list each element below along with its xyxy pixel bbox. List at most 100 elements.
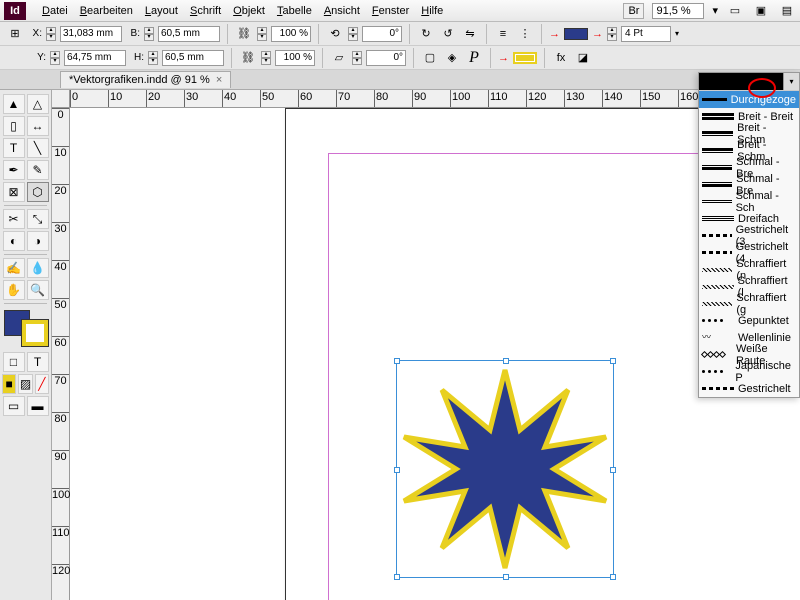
w-input[interactable]: [158, 26, 220, 42]
close-icon[interactable]: ×: [216, 74, 222, 86]
w-label: B:: [126, 28, 140, 39]
menu-tabelle[interactable]: Tabelle: [271, 3, 318, 19]
sx-spinner[interactable]: ▴▾: [257, 27, 267, 41]
effects-icon[interactable]: fx: [552, 49, 570, 67]
arrange-icon[interactable]: ▤: [778, 2, 796, 20]
stroke-type-item[interactable]: Schmal - Sch: [699, 193, 799, 210]
stroke-swatch[interactable]: [513, 52, 537, 64]
apply-gradient-icon[interactable]: ▨: [18, 374, 32, 394]
scissors-tool[interactable]: ✂: [3, 209, 25, 229]
pen-tool[interactable]: ✒: [3, 160, 25, 180]
shear-spinner[interactable]: ▴▾: [352, 51, 362, 65]
stroke-type-item[interactable]: Gestrichelt: [699, 380, 799, 397]
menu-ansicht[interactable]: Ansicht: [318, 3, 366, 19]
reference-point-icon[interactable]: ⊞: [6, 25, 24, 43]
ruler-horizontal[interactable]: 0102030405060708090100110120130140150160…: [70, 90, 800, 108]
screen-mode-icon[interactable]: ▣: [752, 2, 770, 20]
distribute-icon[interactable]: ⋮: [516, 25, 534, 43]
select-content-icon[interactable]: ◈: [443, 49, 461, 67]
chevron-down-icon[interactable]: ▾: [783, 73, 799, 90]
hand-tool[interactable]: ✋: [3, 280, 25, 300]
menu-hilfe[interactable]: Hilfe: [415, 3, 449, 19]
rotate-ccw-icon[interactable]: ↺: [439, 25, 457, 43]
polygon-tool[interactable]: ⬡: [27, 182, 49, 202]
rot-spinner[interactable]: ▴▾: [348, 27, 358, 41]
menu-bearbeiten[interactable]: Bearbeiten: [74, 3, 139, 19]
zoom-dropdown-icon[interactable]: ▾: [712, 4, 718, 17]
canvas[interactable]: 0102030405060708090100110120130140150160…: [52, 90, 800, 600]
rotate-cw-icon[interactable]: ↻: [417, 25, 435, 43]
eyedropper-tool[interactable]: 💧: [27, 258, 49, 278]
stroke-proxy[interactable]: [22, 320, 48, 346]
direct-selection-tool[interactable]: △: [27, 94, 49, 114]
h-input[interactable]: [162, 50, 224, 66]
stroke-type-item[interactable]: Schraffiert (g: [699, 295, 799, 312]
link-scale-icon[interactable]: ⛓: [239, 49, 257, 67]
zoom-level[interactable]: 91,5 %: [652, 3, 704, 19]
gradient-feather-tool[interactable]: ◑: [27, 231, 49, 251]
scaley-input[interactable]: [275, 50, 315, 66]
fill-stroke-proxy[interactable]: [4, 310, 48, 346]
type-tool[interactable]: T: [3, 138, 25, 158]
stroke-weight-input[interactable]: [621, 26, 671, 42]
stroke-spinner[interactable]: ▴▾: [607, 27, 617, 41]
ruler-origin[interactable]: [52, 90, 70, 108]
pencil-tool[interactable]: ✎: [27, 160, 49, 180]
gap-tool[interactable]: ↔: [27, 116, 49, 136]
stroke-type-item[interactable]: Durchgezoge: [699, 91, 799, 108]
rotate-input[interactable]: [362, 26, 402, 42]
stroke-type-item[interactable]: Gepunktet: [699, 312, 799, 329]
format-text-icon[interactable]: T: [27, 352, 49, 372]
shear-icon[interactable]: ▱: [330, 49, 348, 67]
ruler-vertical[interactable]: 0102030405060708090100110120130140: [52, 108, 70, 600]
page-tool[interactable]: ▯: [3, 116, 25, 136]
w-spinner[interactable]: ▴▾: [144, 27, 154, 41]
paragraph-icon[interactable]: P: [465, 49, 483, 67]
sy-spinner[interactable]: ▴▾: [261, 51, 271, 65]
arrow-annotation-3: →: [498, 52, 509, 64]
pasteboard[interactable]: [70, 108, 800, 600]
format-container-icon[interactable]: □: [3, 352, 25, 372]
menu-fenster[interactable]: Fenster: [366, 3, 415, 19]
flip-h-icon[interactable]: ⇋: [461, 25, 479, 43]
document-tab[interactable]: *Vektorgrafiken.indd @ 91 % ×: [60, 71, 231, 88]
gradient-swatch-tool[interactable]: ◐: [3, 231, 25, 251]
workspace: ▲△ ▯↔ T╲ ✒✎ ⊠⬡ ✂⤡ ◐◑ ✍💧 ✋🔍 □T ■▨╱ ▭▬ 010…: [0, 90, 800, 600]
link-wh-icon[interactable]: ⛓: [235, 25, 253, 43]
apply-none-icon[interactable]: ╱: [35, 374, 49, 394]
menu-schrift[interactable]: Schrift: [184, 3, 227, 19]
menu-datei[interactable]: Datei: [36, 3, 74, 19]
view-mode-normal-icon[interactable]: ▭: [3, 396, 25, 416]
selection-tool[interactable]: ▲: [3, 94, 25, 114]
h-label: H:: [130, 52, 144, 63]
x-input[interactable]: [60, 26, 122, 42]
view-mode-preview-icon[interactable]: ▬: [27, 396, 49, 416]
shear-input[interactable]: [366, 50, 406, 66]
scalex-input[interactable]: [271, 26, 311, 42]
x-spinner[interactable]: ▴▾: [46, 27, 56, 41]
stroke-type-label: Durchgezoge: [731, 94, 796, 106]
bridge-button[interactable]: Br: [623, 3, 644, 19]
h-spinner[interactable]: ▴▾: [148, 51, 158, 65]
y-spinner[interactable]: ▴▾: [50, 51, 60, 65]
select-container-icon[interactable]: ▢: [421, 49, 439, 67]
menu-objekt[interactable]: Objekt: [227, 3, 271, 19]
selection-bounds: [396, 360, 614, 578]
menu-layout[interactable]: Layout: [139, 3, 184, 19]
stroke-type-label: Schraffiert (g: [736, 292, 796, 316]
free-transform-tool[interactable]: ⤡: [27, 209, 49, 229]
stroke-type-item[interactable]: Japanische P: [699, 363, 799, 380]
y-input[interactable]: [64, 50, 126, 66]
stroke-type-dropdown[interactable]: ▾: [699, 73, 799, 91]
pathfinder-icon[interactable]: ◪: [574, 49, 592, 67]
apply-color-icon[interactable]: ■: [2, 374, 16, 394]
note-tool[interactable]: ✍: [3, 258, 25, 278]
zoom-tool[interactable]: 🔍: [27, 280, 49, 300]
view-mode-icon[interactable]: ▭: [726, 2, 744, 20]
align-icon[interactable]: ≡: [494, 25, 512, 43]
fill-swatch[interactable]: [564, 28, 588, 40]
line-tool[interactable]: ╲: [27, 138, 49, 158]
stroke-weight-dropdown-icon[interactable]: ▾: [675, 29, 679, 38]
rectangle-frame-tool[interactable]: ⊠: [3, 182, 25, 202]
rotate-icon[interactable]: ⟲: [326, 25, 344, 43]
